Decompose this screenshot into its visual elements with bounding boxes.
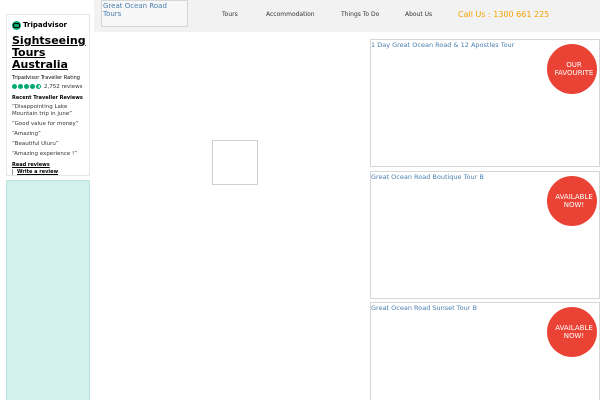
tripadvisor-widget: Tripadvisor Sightseeing Tours Australia … <box>6 14 90 176</box>
nav-accommodation[interactable]: Accommodation <box>266 11 315 18</box>
review-quote[interactable]: “Good value for money” <box>12 121 84 128</box>
review-quote[interactable]: “Beautiful Uluru” <box>12 141 84 148</box>
side-panel <box>6 180 90 400</box>
rating-bubble-icon <box>18 84 23 89</box>
rating-row: 2,752 reviews <box>12 83 84 90</box>
tripadvisor-logo-text: Tripadvisor <box>23 21 67 29</box>
image-placeholder <box>212 140 258 185</box>
tour-title-link[interactable]: Great Ocean Road Sunset Tour B <box>371 304 477 312</box>
tripadvisor-logo[interactable]: Tripadvisor <box>12 19 84 31</box>
rating-bubble-icon <box>12 84 17 89</box>
nav-tours[interactable]: Tours <box>222 11 238 18</box>
tour-card[interactable]: Great Ocean Road Sunset Tour B AVAILABLE… <box>370 302 600 400</box>
tour-badge: AVAILABLE NOW! <box>547 176 597 226</box>
rating-half-bubble-icon <box>36 84 41 89</box>
rating-label: Tripadvisor Traveller Rating <box>12 75 80 81</box>
review-links: Read reviews Write a review <box>12 162 84 175</box>
rating-bubble-icon <box>24 84 29 89</box>
review-count[interactable]: 2,752 reviews <box>44 84 83 90</box>
phone-number[interactable]: Call Us : 1300 661 225 <box>458 10 549 19</box>
tour-title-link[interactable]: 1 Day Great Ocean Road & 12 Apostles Tou… <box>371 41 514 49</box>
review-quote[interactable]: “Disappointing Lake Mountain trip in jun… <box>12 104 84 118</box>
nav-things-to-do[interactable]: Things To Do <box>341 11 379 18</box>
owl-icon <box>12 20 21 30</box>
read-reviews-link[interactable]: Read reviews <box>12 162 84 168</box>
nav-about-us[interactable]: About Us <box>405 11 432 18</box>
recent-reviews-label: Recent Traveller Reviews <box>12 95 83 101</box>
tour-card[interactable]: Great Ocean Road Boutique Tour B AVAILAB… <box>370 171 600 299</box>
tour-badge: OUR FAVOURITE <box>547 44 597 94</box>
business-title-link[interactable]: Sightseeing Tours Australia <box>12 35 86 71</box>
tour-title-link[interactable]: Great Ocean Road Boutique Tour B <box>371 173 484 181</box>
review-quote[interactable]: “Amazing” <box>12 131 84 138</box>
review-quote[interactable]: “Amazing experience !” <box>12 151 84 158</box>
write-review-link[interactable]: Write a review <box>12 169 84 175</box>
tour-card[interactable]: 1 Day Great Ocean Road & 12 Apostles Tou… <box>370 39 600 167</box>
tour-badge: AVAILABLE NOW! <box>547 307 597 357</box>
rating-bubble-icon <box>30 84 35 89</box>
site-logo[interactable]: Great Ocean Road Tours <box>101 0 188 27</box>
